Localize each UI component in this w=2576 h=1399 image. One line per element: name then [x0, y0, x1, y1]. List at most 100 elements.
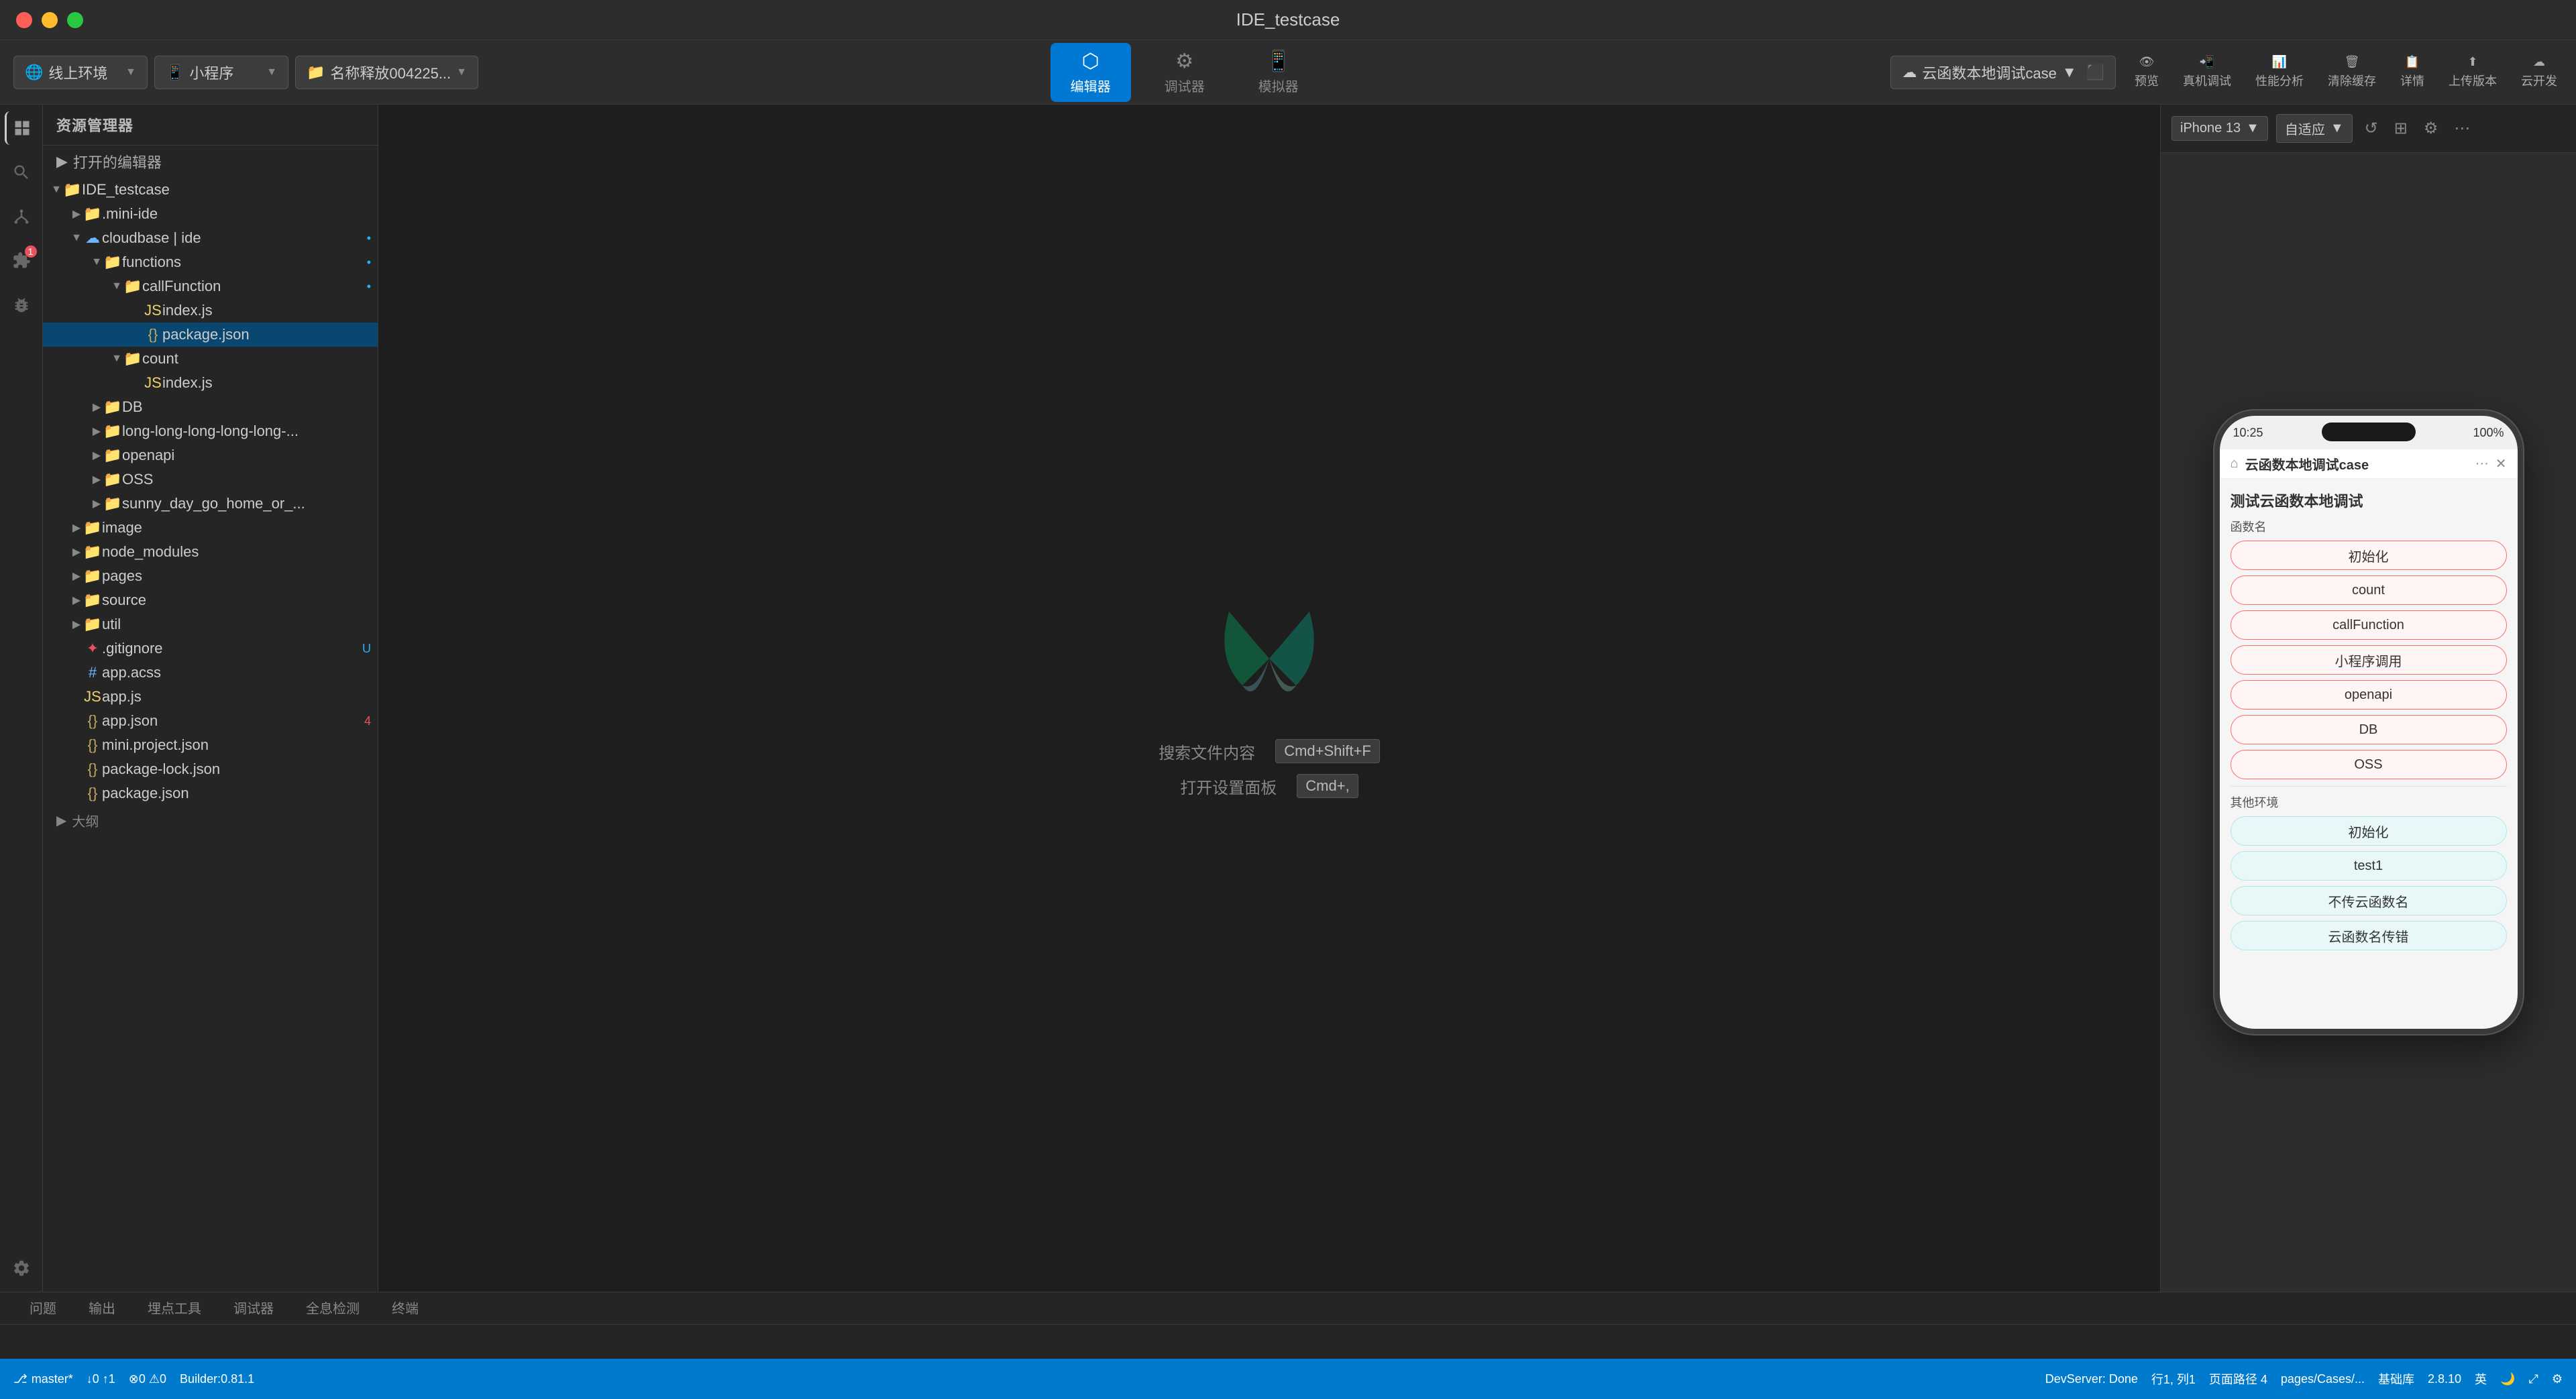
chevron-down-icon: ▼: [266, 66, 277, 78]
tree-longname[interactable]: ▶ 📁 long-long-long-long-long-...: [43, 419, 378, 443]
phone-btn-other-init[interactable]: 初始化: [2231, 816, 2507, 846]
tree-pages[interactable]: ▶ 📁 pages: [43, 564, 378, 588]
close-button[interactable]: [16, 12, 32, 28]
phone-btn-oss[interactable]: OSS: [2231, 750, 2507, 779]
refresh-button[interactable]: ↺: [2361, 115, 2382, 142]
tree-count[interactable]: ▼ 📁 count: [43, 347, 378, 371]
phone-btn-wrong-funcname[interactable]: 云函数名传错: [2231, 921, 2507, 950]
phone-btn-init[interactable]: 初始化: [2231, 541, 2507, 570]
env-dropdown[interactable]: 🌐 线上环境 ▼: [13, 56, 148, 89]
tree-cloudbase[interactable]: ▼ ☁ cloudbase | ide •: [43, 226, 378, 250]
tree-db[interactable]: ▶ 📁 DB: [43, 395, 378, 419]
phone-other-env-label: 其他环境: [2231, 793, 2507, 811]
sync-status[interactable]: ↓0 ↑1: [87, 1372, 115, 1386]
tree-callfunction[interactable]: ▼ 📁 callFunction •: [43, 274, 378, 298]
settings-status[interactable]: ⚙: [2552, 1372, 2563, 1386]
tree-oss[interactable]: ▶ 📁 OSS: [43, 467, 378, 492]
git-branch[interactable]: ⎇ master*: [13, 1372, 73, 1386]
cloud-test-dropdown[interactable]: ☁ 云函数本地调试case ▼ ⬛: [1890, 56, 2116, 89]
editor-button[interactable]: ⬡ 编辑器: [1051, 43, 1131, 102]
tab-output[interactable]: 输出: [72, 1292, 131, 1324]
grid-view-button[interactable]: ⊞: [2390, 115, 2412, 142]
tree-nodemodules[interactable]: ▶ 📁 node_modules: [43, 540, 378, 564]
more-icon: ···: [2475, 456, 2489, 471]
json-file-icon: {}: [83, 785, 102, 802]
tab-issues[interactable]: 问题: [13, 1292, 72, 1324]
cloud-dev-button[interactable]: ☁ 云开发: [2516, 52, 2563, 92]
simulator-button[interactable]: 📱 模拟器: [1238, 43, 1319, 102]
cloud-dev-icon: ☁: [2533, 55, 2545, 69]
phone-btn-count[interactable]: count: [2231, 575, 2507, 605]
lang-status[interactable]: 英: [2475, 1370, 2487, 1388]
more-button[interactable]: ⋯: [2450, 115, 2474, 142]
upload-label: 上传版本: [2449, 72, 2497, 89]
chevron-right-icon: ▶: [70, 207, 83, 221]
extensions-icon[interactable]: 1: [5, 244, 38, 278]
tree-openapi[interactable]: ▶ 📁 openapi: [43, 443, 378, 467]
tree-callfunction-package[interactable]: {} package.json: [43, 323, 378, 347]
sunnyday-label: sunny_day_go_home_or_...: [122, 495, 378, 512]
tab-holographic[interactable]: 全息检测: [290, 1292, 376, 1324]
tree-source[interactable]: ▶ 📁 source: [43, 588, 378, 612]
device-selector[interactable]: iPhone 13 ▼: [2171, 116, 2268, 141]
minimize-button[interactable]: [42, 12, 58, 28]
phone-btn-callfunction[interactable]: callFunction: [2231, 610, 2507, 640]
theme-status[interactable]: 🌙: [2500, 1372, 2515, 1386]
upload-button[interactable]: ⬆ 上传版本: [2443, 52, 2502, 92]
chevron-right-icon: ▶: [56, 153, 68, 170]
preview-button[interactable]: 👁 预览: [2129, 52, 2164, 92]
tree-util[interactable]: ▶ 📁 util: [43, 612, 378, 636]
phone-btn-openapi[interactable]: openapi: [2231, 680, 2507, 710]
phone-content: 测试云函数本地调试 函数名 初始化 count callFunction: [2220, 479, 2518, 966]
search-icon[interactable]: [5, 156, 38, 189]
upload-icon: ⬆: [2467, 55, 2477, 69]
settings-icon[interactable]: [5, 1258, 38, 1292]
maximize-button[interactable]: [67, 12, 83, 28]
tree-functions[interactable]: ▼ 📁 functions •: [43, 250, 378, 274]
debugger-button[interactable]: ⚙ 调试器: [1144, 43, 1225, 102]
tree-mini-ide[interactable]: ▶ 📁 .mini-ide: [43, 202, 378, 226]
tab-terminal[interactable]: 终端: [376, 1292, 435, 1324]
devtools-button[interactable]: ⚙: [2420, 115, 2443, 142]
tree-appacss[interactable]: # app.acss: [43, 661, 378, 685]
debug-icon[interactable]: [5, 288, 38, 322]
source-label: source: [102, 592, 378, 609]
explorer-icon[interactable]: [5, 111, 38, 145]
phone-btn-test1[interactable]: test1: [2231, 851, 2507, 881]
phone-btn-no-funcname[interactable]: 不传云函数名: [2231, 886, 2507, 915]
tree-packagelock[interactable]: {} package-lock.json: [43, 757, 378, 781]
tree-callfunction-index[interactable]: JS index.js: [43, 298, 378, 323]
tab-burypoint[interactable]: 埋点工具: [131, 1292, 217, 1324]
tree-gitignore[interactable]: ✦ .gitignore U: [43, 636, 378, 661]
folder-icon: 📁: [103, 398, 122, 416]
git-icon[interactable]: [5, 200, 38, 233]
phone-btn-db[interactable]: DB: [2231, 715, 2507, 744]
tree-appjson[interactable]: {} app.json 4: [43, 709, 378, 733]
tree-packagejson[interactable]: {} package.json: [43, 781, 378, 805]
real-debug-button[interactable]: 📲 真机调试: [2178, 52, 2237, 92]
performance-button[interactable]: 📊 性能分析: [2250, 52, 2309, 92]
tree-sunnyday[interactable]: ▶ 📁 sunny_day_go_home_or_...: [43, 492, 378, 516]
outline-label: 大纲: [72, 811, 99, 830]
tab-debugger[interactable]: 调试器: [217, 1292, 290, 1324]
home-icon: ⌂: [2231, 456, 2239, 471]
expand-status[interactable]: ⤢: [2528, 1372, 2538, 1386]
tree-image[interactable]: ▶ 📁 image: [43, 516, 378, 540]
project-dropdown[interactable]: 📁 名称释放004225... ▼: [295, 56, 478, 89]
tree-appjs[interactable]: JS app.js: [43, 685, 378, 709]
tree-count-index[interactable]: JS index.js: [43, 371, 378, 395]
miniprogram-dropdown[interactable]: 📱 小程序 ▼: [154, 56, 288, 89]
phone-btn-openapi-label: openapi: [2345, 687, 2392, 703]
tree-project-root[interactable]: ▼ 📁 IDE_testcase: [43, 178, 378, 202]
title-bar: IDE_testcase: [0, 0, 2576, 40]
detail-button[interactable]: 📋 详情: [2395, 52, 2430, 92]
appacss-label: app.acss: [102, 664, 378, 681]
phone-btn-miniprogram[interactable]: 小程序调用: [2231, 645, 2507, 675]
outline-section[interactable]: ▶ 大纲: [43, 805, 378, 836]
clear-cache-button[interactable]: 🗑 清除缓存: [2322, 52, 2381, 92]
version-label: 2.8.10: [2428, 1372, 2461, 1386]
zoom-selector[interactable]: 自适应 ▼: [2276, 114, 2353, 143]
open-editor-action[interactable]: ▶ 打开的编辑器: [43, 146, 378, 178]
chevron-down-icon: ▼: [456, 66, 467, 78]
tree-miniproject[interactable]: {} mini.project.json: [43, 733, 378, 757]
